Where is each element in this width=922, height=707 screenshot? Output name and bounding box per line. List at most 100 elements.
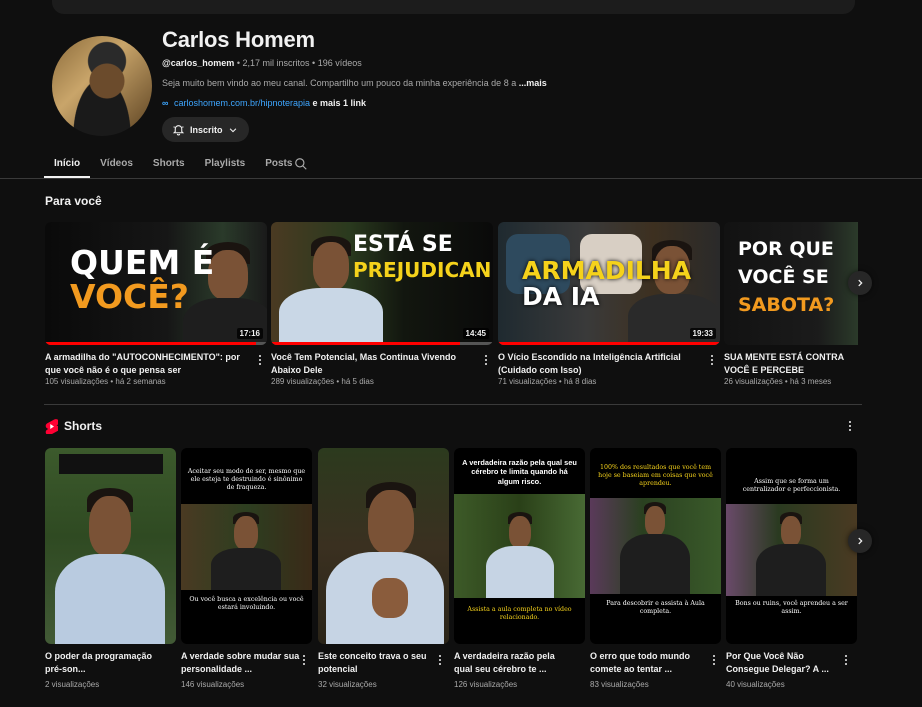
- short-title[interactable]: Por Que Você Não Consegue Delegar? A ...: [726, 650, 846, 676]
- more-actions-icon[interactable]: [710, 653, 718, 667]
- tab-inicio[interactable]: Início: [44, 150, 91, 178]
- tab-videos[interactable]: Vídeos: [90, 150, 143, 178]
- short-caption-top: A verdadeira razão pela qual seu cérebro…: [462, 458, 577, 486]
- view-count: 105 visualizações: [45, 377, 109, 386]
- watch-progress: [271, 342, 460, 345]
- video-duration: 17:16: [236, 328, 263, 339]
- channel-avatar[interactable]: [52, 36, 152, 136]
- video-count: 196 vídeos: [317, 58, 362, 68]
- short-caption-top: Assim que se forma um centralizador e pe…: [742, 478, 841, 493]
- more-actions-icon[interactable]: [300, 653, 308, 667]
- chevron-right-icon: [858, 279, 863, 287]
- thumb-text-line: VOCÊ?: [70, 277, 189, 316]
- short-views: 83 visualizações: [590, 680, 649, 689]
- video-meta: 71 visualizações • há 8 dias: [498, 377, 597, 386]
- short-title[interactable]: A verdadeira razão pela qual seu cérebro…: [454, 650, 574, 676]
- channel-links: ∞ carloshomem.com.br/hipnoterapia e mais…: [162, 98, 366, 108]
- thumb-text-line: PREJUDICANDO: [353, 258, 493, 282]
- thumb-text-line: ARMADILHA: [522, 256, 692, 285]
- video-title[interactable]: O Vício Escondido na Inteligência Artifi…: [498, 351, 708, 377]
- channel-link-url[interactable]: carloshomem.com.br/hipnoterapia: [174, 98, 310, 108]
- shorts-next-button[interactable]: [848, 529, 872, 553]
- channel-banner: [52, 0, 855, 14]
- chevron-right-icon: [858, 537, 863, 545]
- video-meta: 289 visualizações • há 5 dias: [271, 377, 374, 386]
- short-title[interactable]: Este conceito trava o seu potencial: [318, 650, 438, 676]
- video-title[interactable]: A armadilha do "AUTOCONHECIMENTO": por q…: [45, 351, 255, 377]
- thumb-text-line: DA IA: [522, 282, 600, 311]
- short-caption-bottom: Para descobrir e assista à Aula completa…: [606, 600, 705, 615]
- more-links[interactable]: e mais 1 link: [313, 98, 367, 108]
- upload-age: há 5 dias: [341, 377, 374, 386]
- short-thumbnail[interactable]: Assim que se forma um centralizador e pe…: [726, 448, 857, 644]
- more-actions-icon[interactable]: [708, 353, 716, 367]
- upload-age: há 2 semanas: [115, 377, 166, 386]
- thumb-text-line: POR QUE: [738, 238, 834, 260]
- search-icon[interactable]: [294, 157, 308, 171]
- short-thumbnail[interactable]: 100% dos resultados que você tem hoje se…: [590, 448, 721, 644]
- shorts-more-icon[interactable]: [846, 419, 854, 433]
- more-actions-icon[interactable]: [256, 353, 264, 367]
- tab-shorts[interactable]: Shorts: [143, 150, 195, 178]
- video-meta: 26 visualizações • há 3 meses: [724, 377, 832, 386]
- short-thumbnail[interactable]: [45, 448, 176, 644]
- short-views: 32 visualizações: [318, 680, 377, 689]
- channel-name: Carlos Homem: [162, 27, 315, 52]
- channel-handle: @carlos_homem: [162, 58, 235, 68]
- thumb-text-line: ESTÁ SE: [353, 232, 453, 257]
- video-title[interactable]: SUA MENTE ESTÁ CONTRA VOCÊ E PERCEBE: [724, 351, 862, 377]
- video-duration: 14:45: [462, 328, 489, 339]
- channel-description[interactable]: Seja muito bem vindo ao meu canal. Compa…: [162, 78, 547, 88]
- more-actions-icon[interactable]: [482, 353, 490, 367]
- subscribed-label: Inscrito: [190, 124, 223, 135]
- bell-icon: [172, 125, 185, 136]
- upload-age: há 3 meses: [789, 377, 832, 386]
- more-actions-icon[interactable]: [842, 653, 850, 667]
- channel-meta: @carlos_homem • 2,17 mil inscritos • 196…: [162, 58, 362, 68]
- video-thumbnail[interactable]: ESTÁ SE PREJUDICANDO 14:45: [271, 222, 493, 345]
- carousel-next-button[interactable]: [848, 271, 872, 295]
- thumb-text-line: VOCÊ SE: [738, 266, 829, 288]
- short-views: 146 visualizações: [181, 680, 245, 689]
- shorts-logo-icon: [45, 419, 58, 434]
- watch-progress: [498, 342, 720, 345]
- short-caption-bottom: Assista a aula completa no vídeo relacio…: [467, 606, 572, 621]
- video-duration: 19:33: [689, 328, 716, 339]
- short-title[interactable]: O erro que todo mundo comete ao tentar .…: [590, 650, 710, 676]
- tabs-divider: [0, 178, 922, 179]
- short-caption-top: Aceitar seu modo de ser, mesmo que ele e…: [187, 468, 306, 491]
- section-title-shorts: Shorts: [64, 419, 103, 433]
- section-title-for-you: Para você: [45, 194, 102, 208]
- video-title[interactable]: Você Tem Potencial, Mas Continua Vivendo…: [271, 351, 481, 377]
- short-caption-bottom: Bons ou ruins, você aprendeu a ser assim…: [735, 600, 848, 615]
- tab-playlists[interactable]: Playlists: [195, 150, 256, 178]
- short-views: 40 visualizações: [726, 680, 785, 689]
- view-count: 71 visualizações: [498, 377, 557, 386]
- view-count: 26 visualizações: [724, 377, 783, 386]
- thumb-text-line: QUEM É: [70, 243, 215, 282]
- short-thumbnail[interactable]: A verdadeira razão pela qual seu cérebro…: [454, 448, 585, 644]
- description-text: Seja muito bem vindo ao meu canal. Compa…: [162, 78, 517, 88]
- more-link[interactable]: ...mais: [519, 78, 547, 88]
- link-icon: ∞: [162, 98, 169, 108]
- subscriber-count: 2,17 mil inscritos: [242, 58, 310, 68]
- short-views: 126 visualizações: [454, 680, 518, 689]
- subscribed-button[interactable]: Inscrito: [162, 117, 249, 142]
- thumb-text-line: SABOTA?: [738, 294, 835, 316]
- video-meta: 105 visualizações • há 2 semanas: [45, 377, 166, 386]
- short-caption-top: 100% dos resultados que você tem hoje se…: [598, 464, 713, 487]
- section-divider: [44, 404, 862, 405]
- short-views: 2 visualizações: [45, 680, 100, 689]
- short-thumbnail[interactable]: Aceitar seu modo de ser, mesmo que ele e…: [181, 448, 312, 644]
- video-thumbnail[interactable]: ARMADILHA DA IA 19:33: [498, 222, 720, 345]
- chevron-down-icon: [229, 127, 236, 132]
- channel-tabs: Início Vídeos Shorts Playlists Posts: [44, 150, 302, 178]
- more-actions-icon[interactable]: [436, 653, 444, 667]
- short-title[interactable]: A verdade sobre mudar sua personalidade …: [181, 650, 301, 676]
- video-thumbnail[interactable]: POR QUE VOCÊ SE SABOTA?: [724, 222, 858, 345]
- watch-progress: [45, 342, 256, 345]
- short-thumbnail[interactable]: [318, 448, 449, 644]
- upload-age: há 8 dias: [563, 377, 597, 386]
- video-thumbnail[interactable]: QUEM É VOCÊ? 17:16: [45, 222, 267, 345]
- short-title[interactable]: O poder da programação pré-son...: [45, 650, 165, 676]
